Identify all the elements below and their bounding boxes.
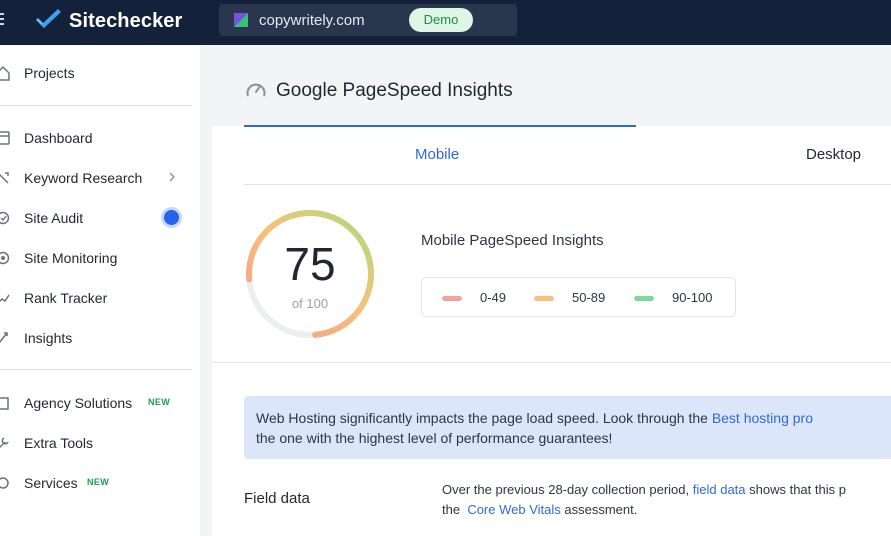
page-title: Google PageSpeed Insights [276, 80, 513, 101]
sidebar-item-agency-solutions[interactable]: Agency Solutions NEW [0, 383, 200, 423]
sidebar-divider [0, 369, 192, 370]
sidebar-item-label: Site Audit [24, 210, 84, 226]
score-max-label: of 100 [291, 296, 329, 311]
sidebar-item-label: Rank Tracker [24, 290, 108, 306]
sidebar-item-site-monitoring[interactable]: Site Monitoring [0, 238, 200, 278]
sidebar-item-dashboard[interactable]: Dashboard [0, 118, 200, 158]
sidebar-divider [0, 105, 192, 106]
field-text-part: assessment. [560, 502, 638, 517]
menu-icon[interactable] [0, 13, 4, 27]
project-switcher[interactable]: copywritely.com Demo [219, 4, 517, 36]
sidebar-item-label: Services [24, 475, 78, 491]
sidebar-item-label: Site Monitoring [24, 250, 118, 266]
speedometer-icon [246, 83, 266, 97]
services-icon [0, 477, 9, 489]
sidebar-item-label: Insights [24, 330, 73, 346]
legend-swatch-average [534, 296, 554, 301]
tabs-divider [244, 184, 891, 185]
project-domain: copywritely.com [259, 12, 365, 29]
legend-swatch-poor [442, 296, 462, 301]
field-text-part: shows that this p [745, 482, 846, 497]
legend-label-poor: 0-49 [480, 290, 507, 305]
core-web-vitals-link[interactable]: Core Web Vitals [467, 502, 560, 517]
top-bar: Sitechecker copywritely.com Demo [0, 0, 891, 45]
tab-desktop[interactable]: Desktop [806, 146, 861, 163]
sidebar-item-site-audit[interactable]: Site Audit [0, 198, 200, 238]
insights-icon [0, 332, 8, 343]
dashboard-icon [0, 131, 10, 145]
sidebar-item-label: Extra Tools [24, 435, 93, 451]
sidebar: Projects Dashboard Keyword Research Site… [0, 45, 200, 536]
keyword-icon [0, 172, 9, 184]
field-data-description: Over the previous 28-day collection peri… [442, 480, 891, 520]
field-data-link[interactable]: field data [693, 482, 746, 497]
field-text-part: Over the previous 28-day collection peri… [442, 482, 693, 497]
banner-text: Web Hosting significantly impacts the pa… [256, 408, 891, 448]
monitoring-icon [0, 251, 10, 265]
sidebar-item-label: Projects [24, 65, 75, 81]
hosting-info-banner: Web Hosting significantly impacts the pa… [244, 396, 891, 459]
sidebar-item-insights[interactable]: Insights [0, 318, 200, 358]
new-badge: NEW [87, 477, 110, 487]
sidebar-item-label: Keyword Research [24, 170, 143, 186]
brand-name[interactable]: Sitechecker [69, 10, 182, 33]
legend-swatch-good [634, 296, 654, 301]
tab-mobile[interactable]: Mobile [415, 146, 459, 163]
tools-icon [0, 437, 9, 449]
best-hosting-link[interactable]: Best hosting pro [712, 410, 813, 426]
sidebar-item-keyword-research[interactable]: Keyword Research [0, 158, 200, 198]
legend-label-good: 90-100 [672, 290, 713, 305]
banner-text-part: the one with the highest level of perfor… [256, 430, 613, 446]
agency-icon [0, 397, 9, 410]
audit-icon [0, 211, 10, 225]
project-favicon-icon [234, 13, 248, 27]
banner-text-part: Web Hosting significantly impacts the pa… [256, 410, 712, 426]
sidebar-item-rank-tracker[interactable]: Rank Tracker [0, 278, 200, 318]
sidebar-item-label: Agency Solutions [24, 395, 133, 411]
demo-badge: Demo [409, 8, 473, 32]
insights-label: Mobile PageSpeed Insights [421, 232, 604, 249]
active-tab-indicator [244, 125, 636, 127]
score-value: 75 [284, 238, 336, 290]
new-badge: NEW [148, 397, 171, 407]
score-legend: 0-49 50-89 90-100 [421, 277, 736, 317]
home-icon [0, 65, 10, 81]
rank-icon [0, 294, 10, 303]
field-text-part: the [442, 502, 464, 517]
field-data-title: Field data [244, 490, 310, 507]
legend-label-average: 50-89 [572, 290, 606, 305]
sidebar-item-label: Dashboard [24, 130, 93, 146]
sidebar-item-services[interactable]: Services NEW [0, 463, 200, 503]
status-dot-icon [164, 210, 179, 225]
chevron-right-icon [169, 172, 175, 182]
sidebar-item-extra-tools[interactable]: Extra Tools [0, 423, 200, 463]
sitechecker-logo-icon[interactable] [34, 8, 64, 32]
sidebar-item-projects[interactable]: Projects [0, 53, 200, 93]
